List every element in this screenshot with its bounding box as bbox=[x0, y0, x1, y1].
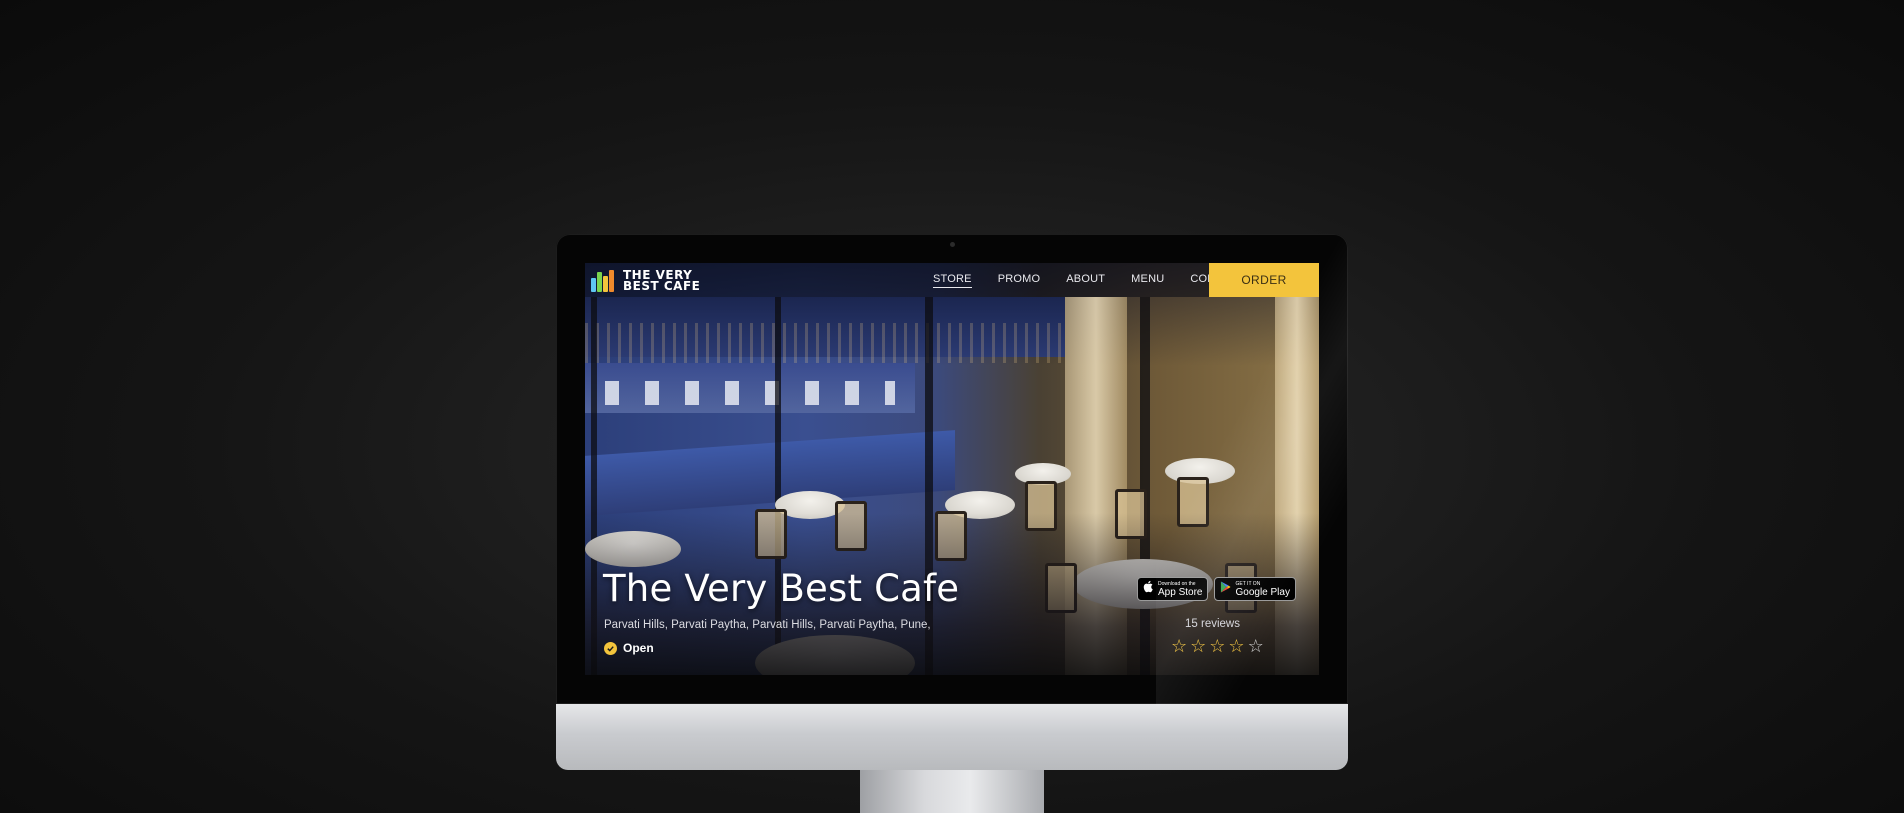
star-icon: ☆ bbox=[1171, 636, 1188, 656]
order-button[interactable]: ORDER bbox=[1209, 263, 1319, 297]
check-circle-icon bbox=[604, 641, 617, 655]
star-icon: ☆ bbox=[1228, 636, 1245, 656]
star-rating: ☆ ☆ ☆ ☆ ☆ bbox=[1171, 637, 1264, 655]
reviews-count[interactable]: 15 reviews bbox=[1185, 618, 1240, 630]
logo-line-2: BEST CAFE bbox=[623, 279, 701, 293]
status-label: Open bbox=[623, 641, 654, 655]
monitor-chin bbox=[556, 704, 1348, 770]
scene-background: THE VERY BEST CAFE STORE PROMO ABOUT MEN… bbox=[0, 0, 1904, 813]
website-screen: THE VERY BEST CAFE STORE PROMO ABOUT MEN… bbox=[585, 263, 1319, 675]
nav-about[interactable]: ABOUT bbox=[1066, 273, 1105, 287]
star-icon: ☆ bbox=[1209, 636, 1226, 656]
star-icon: ☆ bbox=[1247, 636, 1264, 656]
app-store-label: App Store bbox=[1158, 586, 1203, 598]
hero-image-terrace bbox=[585, 430, 955, 516]
app-badges: Download on the App Store GET IT ON Goog… bbox=[1137, 577, 1296, 601]
hero-image-windows bbox=[605, 381, 895, 405]
logo[interactable]: THE VERY BEST CAFE bbox=[591, 269, 700, 293]
apple-icon bbox=[1143, 580, 1154, 598]
monitor-bezel: THE VERY BEST CAFE STORE PROMO ABOUT MEN… bbox=[556, 234, 1348, 704]
google-play-label: Google Play bbox=[1235, 586, 1290, 598]
monitor-stand bbox=[860, 770, 1044, 813]
star-icon: ☆ bbox=[1190, 636, 1207, 656]
google-play-badge[interactable]: GET IT ON Google Play bbox=[1214, 577, 1296, 601]
page-title: The Very Best Cafe bbox=[603, 567, 960, 610]
camera-icon bbox=[950, 242, 955, 247]
nav-menu[interactable]: MENU bbox=[1131, 273, 1164, 287]
monitor: THE VERY BEST CAFE STORE PROMO ABOUT MEN… bbox=[556, 234, 1348, 813]
nav-store[interactable]: STORE bbox=[933, 273, 972, 288]
main-nav: STORE PROMO ABOUT MENU CONTACT bbox=[933, 263, 1244, 297]
logo-text: THE VERY BEST CAFE bbox=[623, 269, 701, 293]
hero-image-city-lights bbox=[585, 323, 1065, 363]
cafe-address: Parvati Hills, Parvati Paytha, Parvati H… bbox=[604, 619, 931, 631]
app-store-badge[interactable]: Download on the App Store bbox=[1137, 577, 1209, 601]
google-play-icon bbox=[1220, 580, 1232, 598]
header-navbar: THE VERY BEST CAFE STORE PROMO ABOUT MEN… bbox=[585, 263, 1319, 297]
nav-promo[interactable]: PROMO bbox=[998, 273, 1041, 287]
app-store-small-text: Download on the bbox=[1158, 580, 1196, 587]
open-status: Open bbox=[604, 641, 654, 655]
logo-icon bbox=[591, 270, 617, 292]
